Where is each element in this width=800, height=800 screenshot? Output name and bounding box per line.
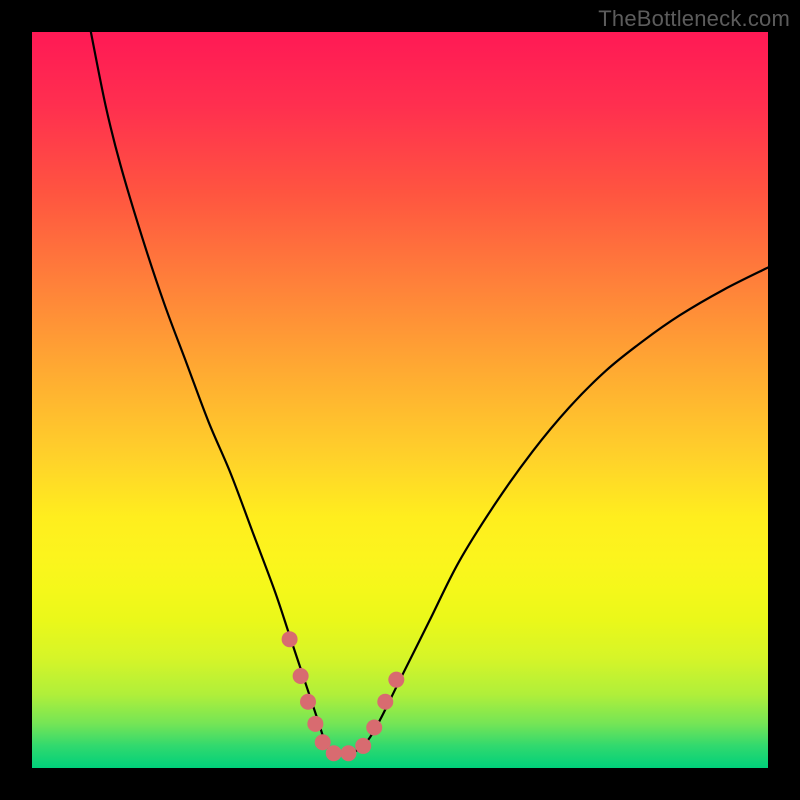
bottleneck-curve <box>91 32 768 754</box>
plot-area <box>32 32 768 768</box>
attribution-label: TheBottleneck.com <box>598 6 790 32</box>
bottleneck-curve-svg <box>32 32 768 768</box>
marker-dot <box>282 631 298 647</box>
marker-dot <box>366 720 382 736</box>
marker-dot <box>293 668 309 684</box>
chart-stage: TheBottleneck.com <box>0 0 800 800</box>
marker-dot <box>340 745 356 761</box>
marker-dot <box>326 745 342 761</box>
marker-dot <box>377 694 393 710</box>
marker-dot <box>388 672 404 688</box>
marker-dot <box>355 738 371 754</box>
marker-group <box>282 631 405 761</box>
marker-dot <box>307 716 323 732</box>
marker-dot <box>300 694 316 710</box>
